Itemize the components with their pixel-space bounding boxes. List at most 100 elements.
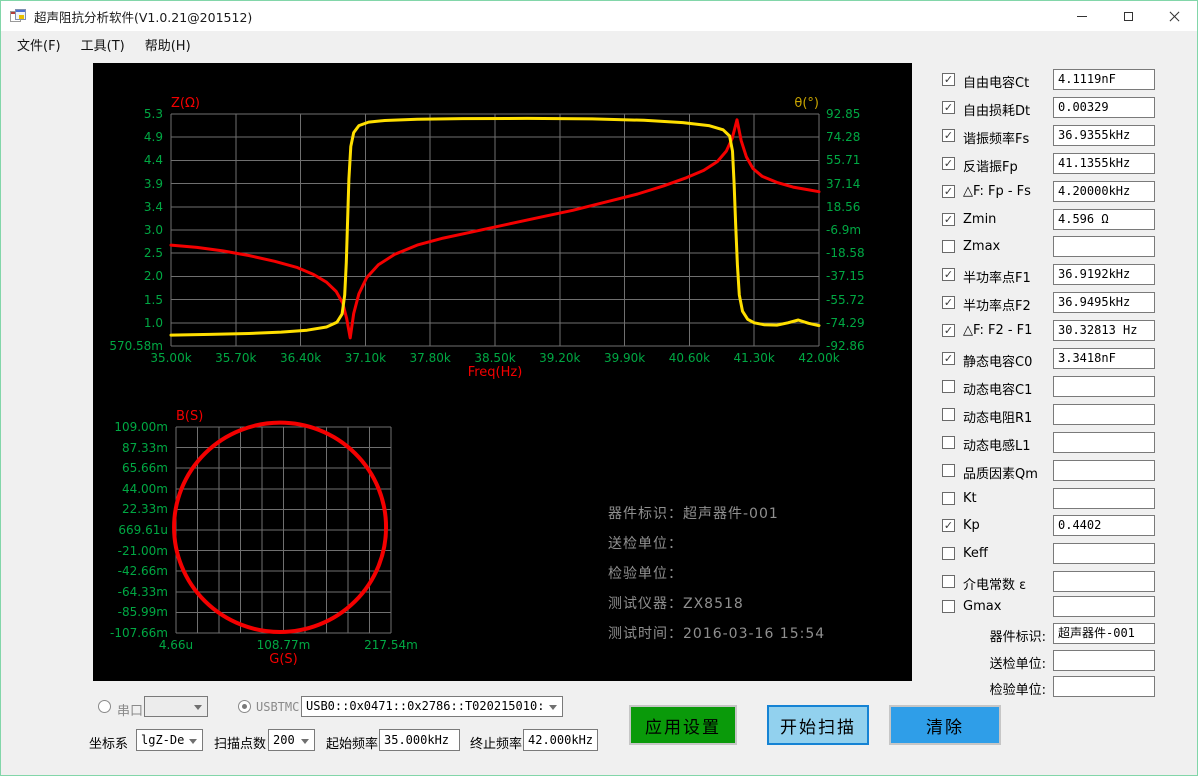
param-label: 自由电容Ct <box>963 72 1029 91</box>
menu-help[interactable]: 帮助(H) <box>135 32 201 57</box>
param-value-field[interactable] <box>1053 376 1155 397</box>
close-button[interactable] <box>1151 1 1197 31</box>
usbtmc-address-combo[interactable]: USB0::0x0471::0x2786::T020215010::INSTR <box>301 696 563 717</box>
impedance-y-left-tick: 5.3 <box>144 107 163 121</box>
admittance-y-left-tick: 669.61u <box>118 523 168 537</box>
param-label: 自由损耗Dt <box>963 100 1030 119</box>
param-value-field[interactable] <box>1053 571 1155 592</box>
param-label: 反谐振Fp <box>963 156 1018 175</box>
minimize-icon <box>1077 16 1087 17</box>
param-value-field[interactable] <box>1053 488 1155 509</box>
param-checkbox-10[interactable]: ✓ <box>942 324 955 337</box>
clear-button[interactable]: 清除 <box>889 705 1001 745</box>
param-checkbox-19[interactable] <box>942 575 955 588</box>
coord-system-combo[interactable]: lgZ-Deg <box>136 729 203 751</box>
param-value-field[interactable]: 0.00329 <box>1053 97 1155 118</box>
impedance-y-left-tick: 3.4 <box>144 200 163 214</box>
minimize-button[interactable] <box>1059 1 1105 31</box>
param-checkbox-8[interactable]: ✓ <box>942 268 955 281</box>
stop-freq-label: 终止频率 <box>470 733 522 752</box>
serial-radio[interactable] <box>98 700 111 713</box>
param-row: ✓ △F: Fp - Fs 4.20000kHz <box>936 179 1194 205</box>
identity-value-field[interactable] <box>1053 650 1155 671</box>
admittance-x-axis-title: G(S) <box>269 652 297 667</box>
menu-tools[interactable]: 工具(T) <box>71 32 135 57</box>
param-value-field[interactable]: 41.1355kHz <box>1053 153 1155 174</box>
serial-port-value <box>149 697 189 716</box>
param-checkbox-1[interactable]: ✓ <box>942 73 955 86</box>
param-checkbox-9[interactable]: ✓ <box>942 296 955 309</box>
param-value-field[interactable] <box>1053 432 1155 453</box>
param-checkbox-15[interactable] <box>942 464 955 477</box>
param-checkbox-2[interactable]: ✓ <box>942 101 955 114</box>
serial-port-combo[interactable] <box>144 696 208 717</box>
param-checkbox-7[interactable] <box>942 240 955 253</box>
app-window: 超声阻抗分析软件(V1.0.21@201512) 文件(F) 工具(T) 帮助(… <box>0 0 1198 776</box>
param-label: 静态电容C0 <box>963 351 1032 370</box>
param-label: Keff <box>963 546 988 561</box>
param-checkbox-17[interactable]: ✓ <box>942 519 955 532</box>
param-checkbox-14[interactable] <box>942 436 955 449</box>
param-label: 动态电感L1 <box>963 435 1031 454</box>
usbtmc-radio[interactable] <box>238 700 251 713</box>
param-value-field[interactable] <box>1053 236 1155 257</box>
admittance-y-left-tick: -21.00m <box>118 544 168 558</box>
param-checkbox-6[interactable]: ✓ <box>942 213 955 226</box>
stop-freq-input[interactable]: 42.000kHz <box>523 729 598 751</box>
param-value-field[interactable]: 4.20000kHz <box>1053 181 1155 202</box>
param-value-field[interactable]: 4.596 Ω <box>1053 209 1155 230</box>
test-info-line: 检验单位： <box>608 563 683 583</box>
param-checkbox-13[interactable] <box>942 408 955 421</box>
window-title: 超声阻抗分析软件(V1.0.21@201512) <box>34 7 252 26</box>
param-value-field[interactable]: 30.32813 Hz <box>1053 320 1155 341</box>
param-value-field[interactable]: 36.9495kHz <box>1053 292 1155 313</box>
coord-system-value: lgZ-Deg <box>141 730 184 750</box>
param-checkbox-5[interactable]: ✓ <box>942 185 955 198</box>
param-row: ✓半功率点F136.9192kHz <box>936 262 1194 288</box>
param-value-field[interactable]: 36.9192kHz <box>1053 264 1155 285</box>
menu-file[interactable]: 文件(F) <box>7 32 71 57</box>
chevron-down-icon <box>189 739 197 744</box>
impedance-x-tick: 39.20k <box>539 351 580 365</box>
param-checkbox-12[interactable] <box>942 380 955 393</box>
param-checkbox-11[interactable]: ✓ <box>942 352 955 365</box>
menu-bar: 文件(F) 工具(T) 帮助(H) <box>1 31 1197 57</box>
identity-label: 器件标识: <box>936 626 1046 645</box>
identity-value-field[interactable]: 超声器件-001 <box>1053 623 1155 644</box>
impedance-y-right-tick: 92.85 <box>826 107 860 121</box>
param-value-field[interactable]: 4.1119nF <box>1053 69 1155 90</box>
param-value-field[interactable]: 0.4402 <box>1053 515 1155 536</box>
apply-settings-button[interactable]: 应用设置 <box>629 705 737 745</box>
param-value-field[interactable]: 36.9355kHz <box>1053 125 1155 146</box>
param-value-field[interactable] <box>1053 543 1155 564</box>
param-value-field[interactable] <box>1053 596 1155 617</box>
param-checkbox-4[interactable]: ✓ <box>942 157 955 170</box>
impedance-x-tick: 39.90k <box>604 351 645 365</box>
param-checkbox-18[interactable] <box>942 547 955 560</box>
maximize-button[interactable] <box>1105 1 1151 31</box>
impedance-y-right-tick: -74.29 <box>826 316 865 330</box>
param-row: 动态电感L1 <box>936 430 1194 456</box>
plot-panel: 5.34.94.43.93.43.02.52.01.51.0570.58m92.… <box>93 63 912 681</box>
start-freq-input[interactable]: 35.000kHz <box>379 729 460 751</box>
param-checkbox-20[interactable] <box>942 600 955 613</box>
param-checkbox-16[interactable] <box>942 492 955 505</box>
start-scan-button[interactable]: 开始扫描 <box>767 705 869 745</box>
admittance-y-left-tick: -85.99m <box>118 605 168 619</box>
identity-value-field[interactable] <box>1053 676 1155 697</box>
param-label: Zmax <box>963 239 1000 254</box>
param-label: 半功率点F2 <box>963 295 1031 314</box>
param-label: △F: Fp - Fs <box>963 184 1031 199</box>
usbtmc-label: USBTMC <box>256 700 299 714</box>
scan-points-combo[interactable]: 2001 <box>268 729 315 751</box>
admittance-left-axis-title: B(S) <box>176 409 203 424</box>
param-value-field[interactable] <box>1053 460 1155 481</box>
param-row: ✓ 静态电容C0 3.3418nF <box>936 346 1194 372</box>
param-value-field[interactable] <box>1053 404 1155 425</box>
param-row: 品质因素Qm <box>936 458 1194 484</box>
admittance-x-tick: 4.66u <box>159 638 193 652</box>
identity-label: 送检单位: <box>936 653 1046 672</box>
param-value-field[interactable]: 3.3418nF <box>1053 348 1155 369</box>
param-checkbox-3[interactable]: ✓ <box>942 129 955 142</box>
impedance-y-right-tick: -37.15 <box>826 269 865 283</box>
